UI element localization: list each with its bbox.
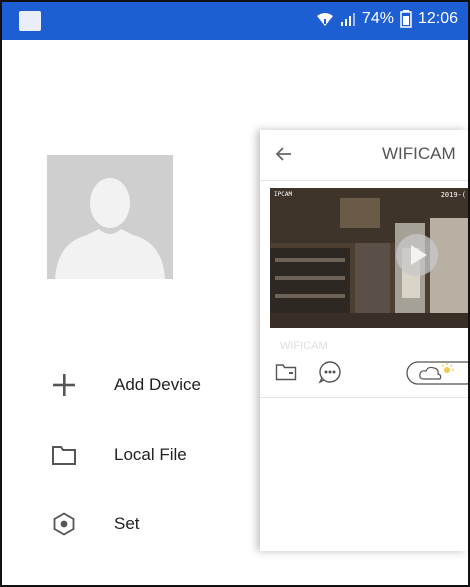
more-bubble-icon[interactable] (318, 360, 342, 384)
clock: 12:06 (417, 10, 458, 27)
main-screen-card: WIFICAM IPCAM 2019-( WIFICAM (260, 130, 468, 551)
page-title: WIFICAM (382, 144, 456, 163)
menu-label-local-file: Local File (114, 445, 187, 464)
menu-item-local-file[interactable]: Local File (2, 430, 262, 480)
preview-timestamp: 2019-( (440, 191, 466, 199)
status-right-group: 74% 12:06 (316, 10, 458, 28)
device-actions (272, 359, 468, 387)
battery-percent: 74% (361, 10, 394, 27)
menu-label-add-device: Add Device (114, 375, 201, 394)
plus-icon (50, 371, 78, 399)
default-user-avatar (47, 155, 173, 279)
back-arrow-icon[interactable] (272, 142, 296, 166)
camera-preview[interactable]: IPCAM 2019-( (270, 188, 468, 328)
card-header: WIFICAM (260, 130, 468, 181)
device-name: WIFICAM (280, 340, 328, 352)
menu-item-set[interactable]: Set (2, 499, 262, 549)
folder-icon[interactable] (275, 363, 297, 381)
play-icon (411, 245, 427, 265)
notification-square-icon (19, 11, 41, 31)
camera-thumbnail-image (270, 188, 468, 328)
menu-label-set: Set (114, 514, 140, 533)
card-divider (260, 397, 468, 398)
battery-icon (400, 10, 412, 28)
signal-icon (340, 13, 355, 26)
folder-icon (50, 441, 78, 469)
play-button[interactable] (396, 234, 438, 276)
settings-icon (50, 510, 78, 538)
weather-cloud-icon[interactable] (406, 361, 468, 385)
wifi-icon (316, 13, 333, 26)
app-frame: 74% 12:06 Add Device Local File Set WIFI… (0, 0, 470, 587)
avatar[interactable] (47, 155, 173, 279)
status-bar: 74% 12:06 (2, 2, 468, 40)
menu-item-add-device[interactable]: Add Device (2, 360, 262, 410)
preview-label-left: IPCAM (274, 191, 293, 198)
